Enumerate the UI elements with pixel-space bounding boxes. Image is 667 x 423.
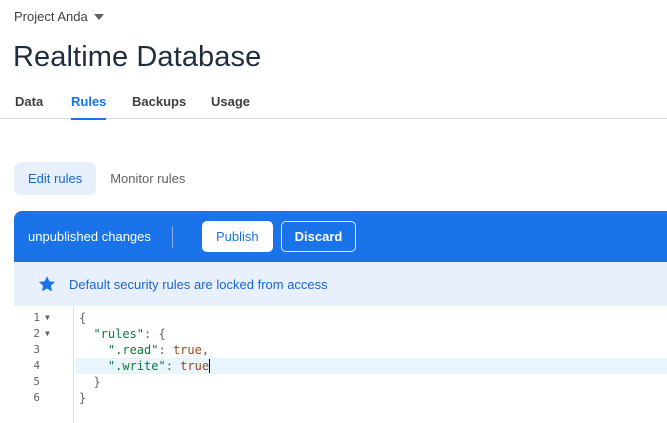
text-cursor xyxy=(209,359,211,373)
unpublished-status: unpublished changes xyxy=(28,229,151,244)
star-icon xyxy=(38,276,56,292)
line-number: 2 ▼ xyxy=(33,326,50,342)
code-line: { xyxy=(79,311,87,325)
line-number: 4 xyxy=(33,359,40,372)
publish-button[interactable]: Publish xyxy=(202,221,273,252)
tab-data[interactable]: Data xyxy=(15,88,43,119)
notice-text: Default security rules are locked from a… xyxy=(69,276,328,292)
fold-arrow-icon[interactable]: ▼ xyxy=(45,310,50,326)
security-notice: Default security rules are locked from a… xyxy=(14,262,667,306)
rules-editor: unpublished changes Publish Discard Defa… xyxy=(14,211,667,423)
editor-toolbar: unpublished changes Publish Discard xyxy=(14,211,667,262)
tab-bar: Data Rules Backups Usage xyxy=(0,88,667,120)
line-number-gutter: 1 ▼ 2 ▼ 3 4 5 6 xyxy=(14,306,74,423)
line-number: 6 xyxy=(33,391,40,404)
project-name: Project Anda xyxy=(14,9,88,24)
discard-button[interactable]: Discard xyxy=(280,221,357,252)
code-line: ".read": true, xyxy=(107,343,210,357)
subtab-edit-rules[interactable]: Edit rules xyxy=(14,162,97,195)
project-selector[interactable]: Project Anda xyxy=(14,9,104,24)
rules-subtabs: Edit rules Monitor rules xyxy=(14,162,199,195)
tab-rules[interactable]: Rules xyxy=(71,88,107,120)
tab-backups[interactable]: Backups xyxy=(132,88,186,119)
fold-arrow-icon[interactable]: ▼ xyxy=(45,326,50,342)
tab-usage[interactable]: Usage xyxy=(211,88,250,119)
code-line: } xyxy=(79,391,87,405)
line-number: 1 ▼ xyxy=(33,310,50,326)
toolbar-divider xyxy=(172,225,173,248)
subtab-monitor-rules[interactable]: Monitor rules xyxy=(96,162,199,195)
code-line: "rules": { xyxy=(93,327,166,341)
line-number: 3 xyxy=(33,343,40,356)
page-title: Realtime Database xyxy=(13,41,262,73)
caret-down-icon xyxy=(93,13,104,20)
line-number: 5 xyxy=(33,375,40,388)
code-editor[interactable]: 1 ▼ 2 ▼ 3 4 5 6 { "rules": { ".read": true… xyxy=(14,306,667,423)
code-line-active: ".write": true xyxy=(75,358,667,374)
code-line: } xyxy=(93,375,101,389)
